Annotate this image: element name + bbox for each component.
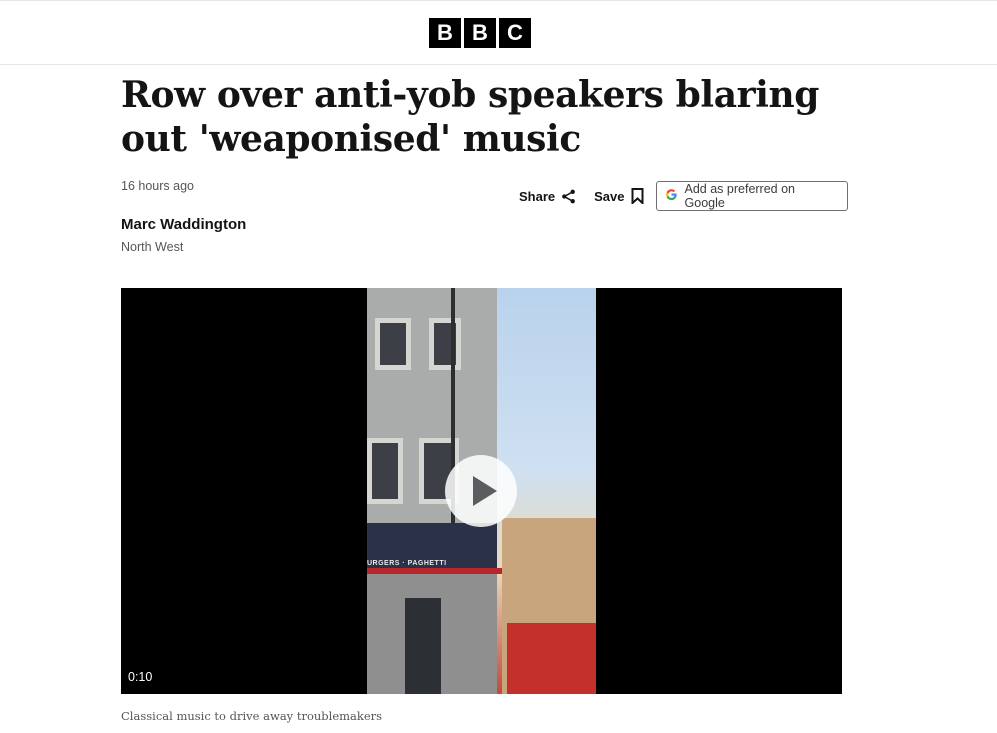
article-timestamp: 16 hours ago [121,179,194,193]
article-author[interactable]: Marc Waddington [121,216,246,233]
play-button[interactable] [445,455,517,527]
share-icon [561,189,576,204]
share-label: Share [519,188,556,204]
video-shop-sign: URGERS · PAGHETTI [367,560,447,567]
bookmark-icon [631,188,644,204]
article-actions: Share Save Add as preferred on Google [519,180,848,212]
video-duration: 0:10 [128,670,153,684]
article-headline: Row over anti-yob speakers blaring out '… [121,74,820,160]
save-label: Save [594,188,625,204]
google-g-icon [665,188,678,204]
bbc-logo[interactable]: B B C [429,18,531,48]
share-button[interactable]: Share [519,189,576,204]
logo-letter: B [464,18,496,48]
save-button[interactable]: Save [594,188,644,204]
building-window [367,438,403,504]
site-header: B B C [0,0,997,65]
author-location: North West [121,240,184,254]
video-red-bus [507,623,596,694]
logo-letter: C [499,18,531,48]
building-window [375,318,411,370]
video-shop-door [405,598,441,694]
add-preferred-google-button[interactable]: Add as preferred on Google [655,181,848,211]
video-caption: Classical music to drive away troublemak… [121,709,383,723]
video-player[interactable]: URGERS · PAGHETTI 0:10 [121,288,842,694]
logo-letter: B [429,18,461,48]
building-window [429,318,461,370]
google-label: Add as preferred on Google [684,182,796,210]
